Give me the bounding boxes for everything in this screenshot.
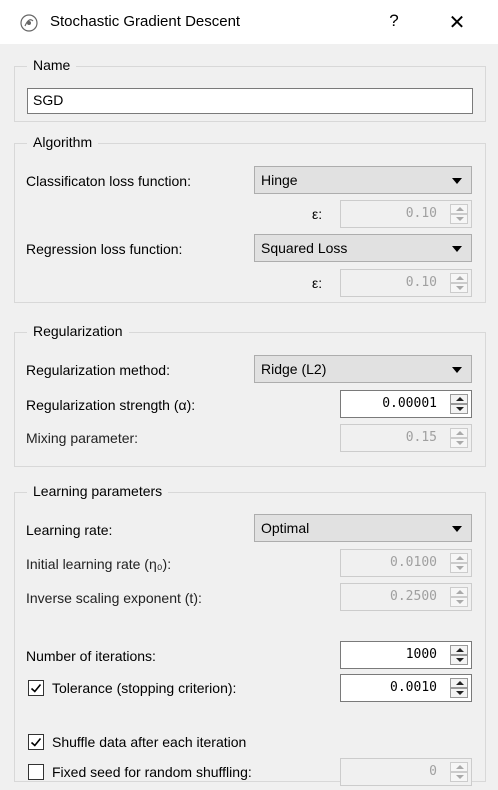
spin-up-icon bbox=[450, 428, 468, 438]
window-title: Stochastic Gradient Descent bbox=[50, 13, 241, 30]
spin-up-icon[interactable] bbox=[450, 645, 468, 655]
spin-down-icon[interactable] bbox=[450, 404, 468, 414]
regularization-group-title: Regularization bbox=[27, 323, 129, 339]
spin-up-icon bbox=[450, 204, 468, 214]
inverse-scaling-label: Inverse scaling exponent (t): bbox=[26, 590, 202, 606]
spin-value: 0.15 bbox=[405, 430, 437, 445]
tolerance-spinbox[interactable]: 0.0010 bbox=[340, 674, 472, 702]
spin-down-icon bbox=[450, 772, 468, 782]
spin-down-icon bbox=[450, 563, 468, 573]
spin-down-icon bbox=[450, 438, 468, 448]
shuffle-label: Shuffle data after each iteration bbox=[52, 734, 247, 750]
close-button[interactable]: ✕ bbox=[446, 10, 468, 35]
algorithm-group-title: Algorithm bbox=[27, 134, 99, 150]
spin-down-icon bbox=[450, 214, 468, 224]
title-bar: Stochastic Gradient Descent ? ✕ bbox=[0, 0, 498, 44]
regularization-method-value: Ridge (L2) bbox=[261, 361, 327, 377]
spin-up-icon[interactable] bbox=[450, 394, 468, 404]
name-group-title: Name bbox=[27, 57, 77, 73]
learning-rate-label: Learning rate: bbox=[26, 522, 113, 538]
mixing-parameter-label: Mixing parameter: bbox=[26, 430, 139, 446]
inverse-scaling-spinbox: 0.2500 bbox=[340, 583, 472, 611]
chevron-down-icon bbox=[452, 246, 462, 252]
classification-loss-value: Hinge bbox=[261, 172, 298, 188]
mixing-parameter-spinbox: 0.15 bbox=[340, 424, 472, 452]
fixed-seed-checkbox[interactable] bbox=[28, 764, 44, 780]
regression-loss-value: Squared Loss bbox=[261, 240, 348, 256]
iterations-label: Number of iterations: bbox=[26, 648, 156, 664]
checkmark-icon bbox=[30, 683, 42, 693]
regression-loss-select[interactable]: Squared Loss bbox=[254, 234, 472, 262]
spin-down-icon[interactable] bbox=[450, 655, 468, 665]
regularization-method-label: Regularization method: bbox=[26, 362, 170, 378]
classification-loss-label: Classificaton loss function: bbox=[26, 173, 191, 189]
name-input[interactable]: SGD bbox=[27, 88, 473, 114]
tolerance-label: Tolerance (stopping criterion): bbox=[52, 680, 237, 696]
iterations-spinbox[interactable]: 1000 bbox=[340, 641, 472, 669]
tolerance-checkbox[interactable] bbox=[28, 680, 44, 696]
classification-loss-select[interactable]: Hinge bbox=[254, 166, 472, 194]
help-button[interactable]: ? bbox=[384, 11, 404, 31]
regression-epsilon-spinbox: 0.10 bbox=[340, 269, 472, 297]
spin-value: 0.2500 bbox=[390, 589, 437, 604]
spin-value: 1000 bbox=[405, 647, 437, 662]
spin-up-icon[interactable] bbox=[450, 678, 468, 688]
spin-value: 0.10 bbox=[405, 206, 437, 221]
initial-learning-rate-spinbox: 0.0100 bbox=[340, 549, 472, 577]
epsilon-label: ε: bbox=[312, 275, 323, 291]
learning-parameters-group-title: Learning parameters bbox=[27, 483, 169, 499]
fixed-seed-spinbox: 0 bbox=[340, 758, 472, 786]
initial-learning-rate-label: Initial learning rate (η₀): bbox=[26, 556, 172, 572]
spin-up-icon bbox=[450, 762, 468, 772]
spin-down-icon[interactable] bbox=[450, 688, 468, 698]
spin-up-icon bbox=[450, 273, 468, 283]
spin-up-icon bbox=[450, 553, 468, 563]
regression-loss-label: Regression loss function: bbox=[26, 241, 183, 257]
spin-value: 0.00001 bbox=[382, 396, 437, 411]
classification-epsilon-spinbox: 0.10 bbox=[340, 200, 472, 228]
fixed-seed-label: Fixed seed for random shuffling: bbox=[52, 764, 252, 780]
spin-value: 0.0010 bbox=[390, 680, 437, 695]
learning-rate-value: Optimal bbox=[261, 520, 310, 536]
regularization-strength-spinbox[interactable]: 0.00001 bbox=[340, 390, 472, 418]
orange-widget-icon bbox=[20, 14, 38, 32]
regularization-strength-label: Regularization strength (α): bbox=[26, 397, 196, 413]
spin-value: 0.10 bbox=[405, 275, 437, 290]
epsilon-label: ε: bbox=[312, 206, 323, 222]
chevron-down-icon bbox=[452, 178, 462, 184]
regularization-method-select[interactable]: Ridge (L2) bbox=[254, 355, 472, 383]
spin-value: 0.0100 bbox=[390, 555, 437, 570]
chevron-down-icon bbox=[452, 526, 462, 532]
chevron-down-icon bbox=[452, 367, 462, 373]
learning-rate-select[interactable]: Optimal bbox=[254, 514, 472, 542]
checkmark-icon bbox=[30, 737, 42, 747]
spin-down-icon bbox=[450, 597, 468, 607]
spin-down-icon bbox=[450, 283, 468, 293]
spin-up-icon bbox=[450, 587, 468, 597]
shuffle-checkbox[interactable] bbox=[28, 734, 44, 750]
spin-value: 0 bbox=[429, 764, 437, 779]
